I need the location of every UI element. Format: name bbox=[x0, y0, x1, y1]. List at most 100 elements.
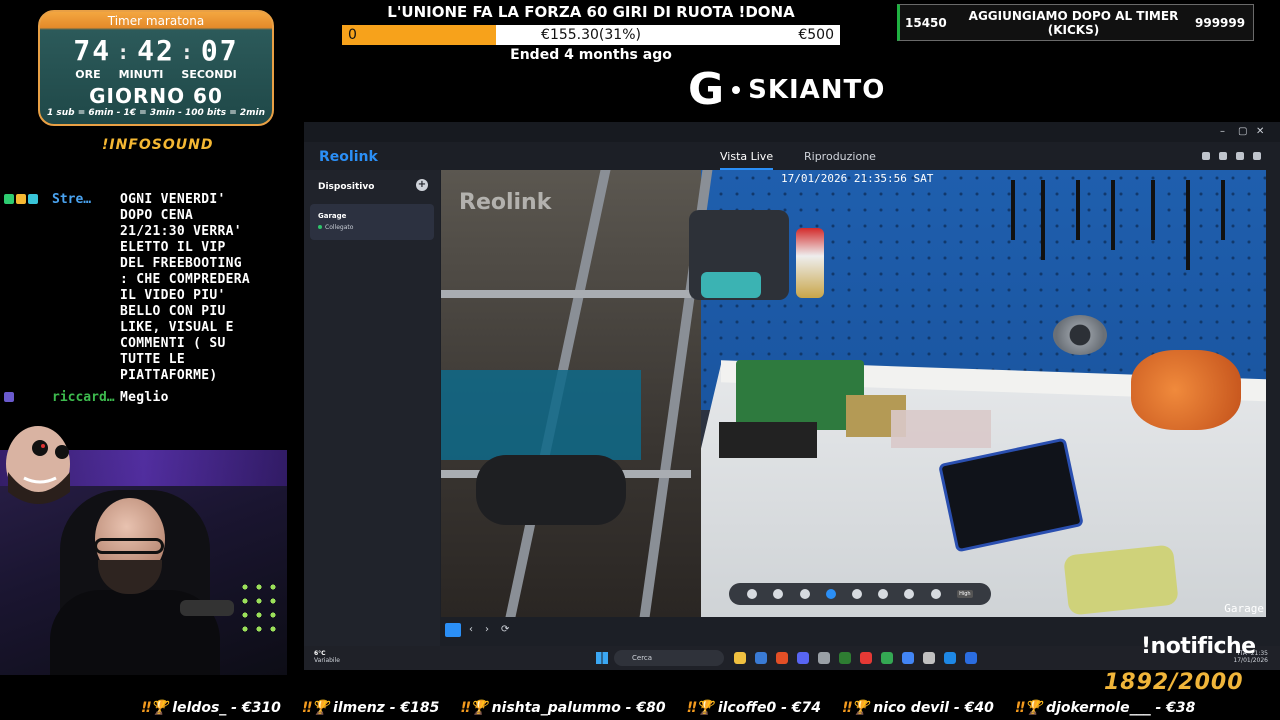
taskbar-app-icon[interactable] bbox=[839, 652, 851, 664]
previous-icon[interactable]: ‹ bbox=[469, 624, 473, 635]
taskbar-app-icon[interactable] bbox=[776, 652, 788, 664]
windows-start-icon[interactable] bbox=[596, 652, 608, 664]
ticker-item: ‼🏆 djokernole___ - €38 bbox=[1015, 700, 1196, 716]
brush-icon[interactable] bbox=[851, 589, 862, 599]
device-status: Collegato bbox=[318, 224, 353, 231]
taskbar-app-icon[interactable] bbox=[902, 652, 914, 664]
weather-widget[interactable]: 6°C Variabile bbox=[314, 650, 340, 664]
marathon-timer: Timer maratona 74 : 42 : 07 ORE MINUTI S… bbox=[38, 10, 274, 126]
taskbar-app-icon[interactable] bbox=[734, 652, 746, 664]
chat-badges bbox=[4, 390, 52, 406]
minimize-button[interactable]: – bbox=[1220, 126, 1225, 137]
trophy-icon: ‼🏆 bbox=[843, 700, 870, 716]
gear-icon[interactable] bbox=[1253, 152, 1261, 160]
badge-icon bbox=[28, 194, 38, 204]
timer-seconds: 07 bbox=[200, 34, 239, 67]
trophy-icon: ‼🏆 bbox=[142, 700, 169, 716]
kicks-right-value: 999999 bbox=[1195, 15, 1246, 30]
record-icon[interactable] bbox=[904, 589, 915, 599]
toolbar-icons bbox=[1202, 152, 1261, 160]
chat-icon[interactable] bbox=[1219, 152, 1227, 160]
refresh-icon[interactable]: ⟳ bbox=[501, 624, 509, 635]
microphone bbox=[180, 600, 234, 616]
badge-icon bbox=[16, 194, 26, 204]
mic-icon[interactable] bbox=[747, 589, 758, 599]
camera-feed[interactable]: Reolink 17/01/2026 21:35:56 SAT Garage H… bbox=[441, 170, 1266, 617]
sub-counter: 1892/2000 bbox=[1104, 670, 1244, 695]
streamer-glasses bbox=[94, 538, 164, 554]
timer-label-minutes: MINUTI bbox=[118, 68, 164, 81]
taskbar-search[interactable]: Cerca bbox=[614, 650, 724, 666]
maximize-button[interactable]: ▢ bbox=[1238, 126, 1247, 137]
taskbar-app-icon[interactable] bbox=[755, 652, 767, 664]
cleaning-cloth bbox=[1063, 544, 1179, 616]
layout-grid-icon[interactable] bbox=[445, 623, 461, 637]
alarm-icon[interactable] bbox=[799, 589, 810, 599]
window-titlebar: – ▢ ✕ bbox=[304, 122, 1280, 142]
chat-message: riccard… Meglio bbox=[4, 390, 296, 406]
screw-box bbox=[736, 360, 864, 430]
chat-text: Meglio bbox=[120, 390, 169, 405]
taskbar-app-icon[interactable] bbox=[923, 652, 935, 664]
timer-separator: : bbox=[117, 40, 132, 64]
kicks-left-value: 15450 bbox=[905, 15, 947, 30]
donation-ticker: ‼🏆 leldos_ - €310 ‼🏆 ilmenz - €185 ‼🏆 nisht… bbox=[0, 696, 1280, 720]
link-icon[interactable] bbox=[825, 589, 836, 599]
tab-live-view[interactable]: Vista Live bbox=[720, 150, 774, 170]
brand-letter: G bbox=[688, 64, 725, 115]
avatar-sticker bbox=[6, 426, 70, 504]
close-button[interactable]: ✕ bbox=[1256, 126, 1264, 137]
live-controls: High bbox=[729, 583, 991, 605]
feed-camera-name: Garage bbox=[1224, 602, 1264, 615]
ticker-item: ‼🏆 nishta_palummo - €80 bbox=[461, 700, 666, 716]
kicks-panel: 15450 AGGIUNGIAMO DOPO AL TIMER (KICKS) … bbox=[897, 4, 1254, 41]
brand-logo: G SKIANTO bbox=[688, 68, 885, 112]
trophy-icon: ‼🏆 bbox=[461, 700, 488, 716]
quality-toggle[interactable]: High bbox=[956, 590, 973, 598]
goal-end: €500 bbox=[798, 27, 834, 43]
cordless-drill bbox=[689, 210, 789, 300]
timer-units: ORE MINUTI SECONDI bbox=[40, 68, 272, 81]
next-icon[interactable]: › bbox=[485, 624, 489, 635]
timer-minutes: 42 bbox=[137, 34, 175, 67]
stream-overlay: Timer maratona 74 : 42 : 07 ORE MINUTI S… bbox=[0, 0, 1280, 720]
ticker-item: ‼🏆 ilcoffe0 - €74 bbox=[687, 700, 822, 716]
taskbar-app-icon[interactable] bbox=[818, 652, 830, 664]
taskbar-app-icon[interactable] bbox=[965, 652, 977, 664]
chat-message: Stre… OGNI VENERDI' DOPO CENA 21/21:30 V… bbox=[4, 192, 296, 384]
timer-title: Timer maratona bbox=[107, 14, 205, 28]
brand-dot bbox=[732, 86, 741, 94]
trophy-icon: ‼🏆 bbox=[687, 700, 714, 716]
ticker-item: ‼🏆 leldos_ - €310 bbox=[142, 700, 281, 716]
taskbar-app-icon[interactable] bbox=[860, 652, 872, 664]
badge-icon bbox=[4, 392, 14, 402]
chat-badges bbox=[4, 192, 52, 384]
reolink-window: – ▢ ✕ Reolink Vista Live Riproduzione Di… bbox=[304, 122, 1280, 670]
taskbar-app-icon[interactable] bbox=[881, 652, 893, 664]
feed-watermark: Reolink bbox=[459, 190, 552, 215]
add-device-icon[interactable]: + bbox=[416, 179, 428, 191]
timer-digits: 74 : 42 : 07 bbox=[40, 34, 272, 67]
ptz-icon[interactable] bbox=[878, 589, 889, 599]
lock-icon[interactable] bbox=[1236, 152, 1244, 160]
taskbar-app-icon[interactable] bbox=[944, 652, 956, 664]
device-sidebar: Dispositivo + Garage Collegato bbox=[304, 170, 440, 648]
timer-separator: : bbox=[180, 40, 195, 64]
black-case bbox=[719, 422, 817, 458]
spray-can bbox=[796, 228, 824, 298]
snapshot-icon[interactable] bbox=[930, 589, 941, 599]
message-icon[interactable] bbox=[1202, 152, 1210, 160]
donation-goal-title: L'UNIONE FA LA FORZA 60 GIRI DI RUOTA !D… bbox=[387, 3, 795, 21]
taskbar-app-icon[interactable] bbox=[797, 652, 809, 664]
timer-label-hours: ORE bbox=[75, 68, 101, 81]
donation-goal-bar: 0 €155.30(31%) €500 bbox=[342, 25, 840, 45]
duct-tape bbox=[1053, 315, 1107, 355]
chat-username[interactable]: Stre… bbox=[52, 192, 120, 384]
settings-icon[interactable] bbox=[773, 589, 784, 599]
connector-box bbox=[891, 410, 991, 448]
device-card-garage[interactable]: Garage Collegato bbox=[310, 204, 434, 240]
tab-playback[interactable]: Riproduzione bbox=[804, 150, 876, 163]
ticker-item: ‼🏆 ilmenz - €185 bbox=[302, 700, 440, 716]
device-name: Garage bbox=[318, 212, 347, 220]
chat-username[interactable]: riccard… bbox=[52, 390, 120, 406]
